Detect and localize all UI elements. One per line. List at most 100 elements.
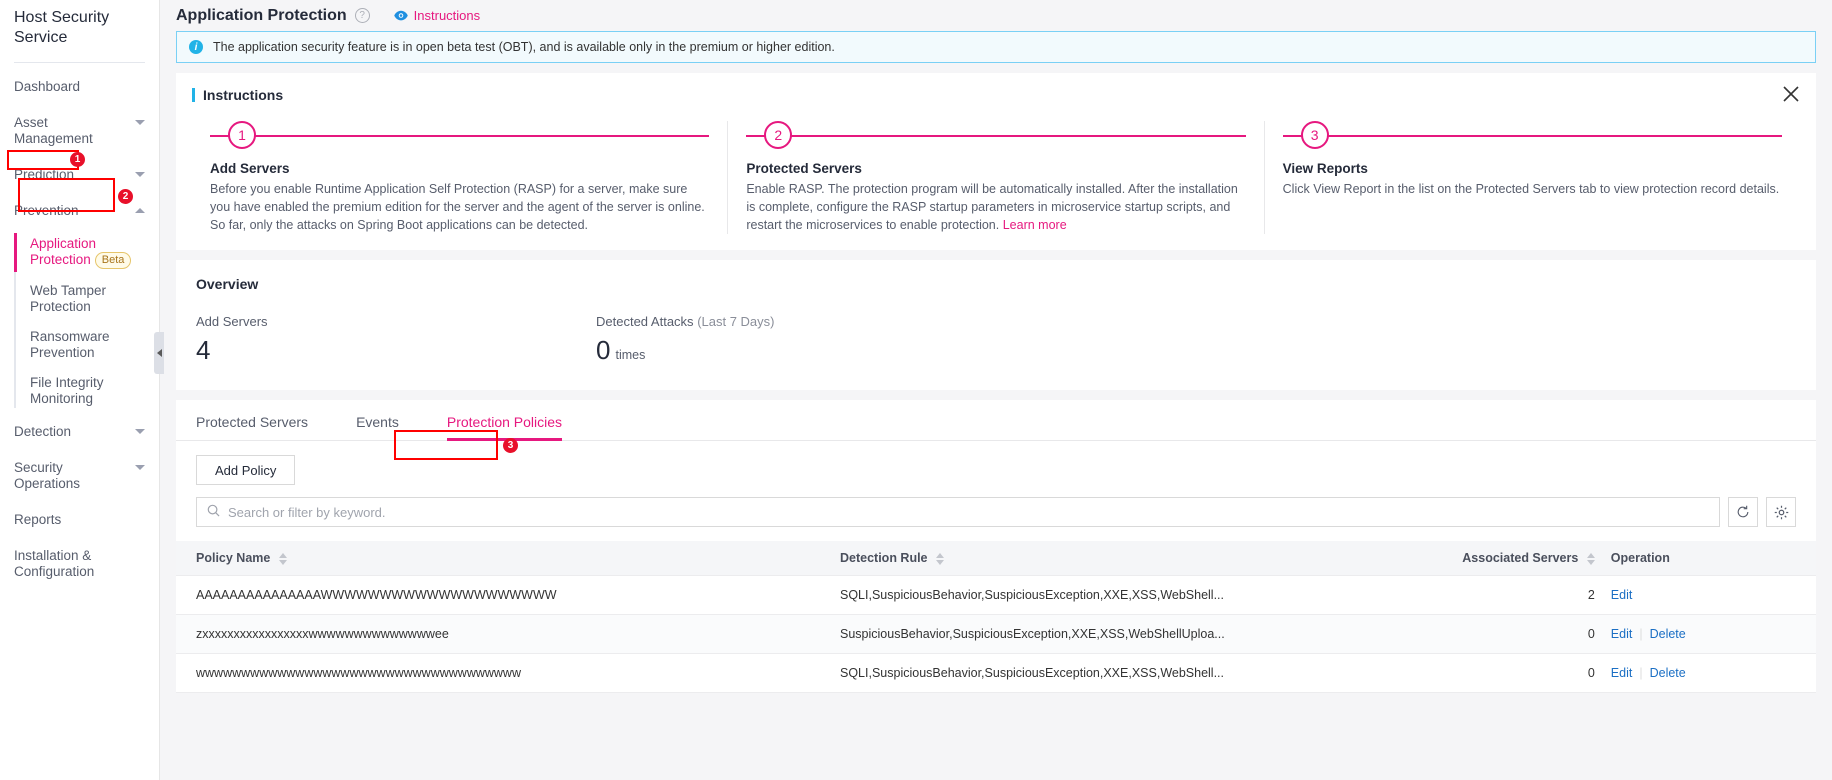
cell-associated-servers: 0 <box>1274 614 1603 654</box>
obt-info-banner: i The application security feature is in… <box>176 31 1816 63</box>
sidebar-item-reports[interactable]: Reports <box>0 502 159 538</box>
policies-table: Policy Name Detection Rule Associated Se… <box>176 541 1816 693</box>
delete-link[interactable]: Delete <box>1650 666 1686 680</box>
column-label: Associated Servers <box>1462 551 1579 565</box>
annotation-badge-3: 3 <box>503 438 518 453</box>
sidebar-item-label: Web Tamper Protection <box>30 283 107 314</box>
column-header-operation: Operation <box>1602 541 1816 576</box>
heading-accent-bar <box>192 88 195 102</box>
column-label: Operation <box>1610 551 1670 565</box>
tab-label: Protected Servers <box>196 414 309 430</box>
table-row[interactable]: wwwwwwwwwwwwwwwwwwwwwwwwwwwwwwwwwwww SQL… <box>176 653 1816 693</box>
cell-associated-servers: 2 <box>1274 575 1603 615</box>
page-header: Application Protection ? Instructions <box>160 0 1832 31</box>
sidebar-item-detection[interactable]: Detection <box>0 414 159 450</box>
sidebar-item-label: Asset Management <box>14 115 93 146</box>
sidebar-item-security-operations[interactable]: Security Operations <box>0 450 159 502</box>
overview-metrics: Add Servers 4 Detected Attacks (Last 7 D… <box>196 314 1796 366</box>
beta-badge: Beta <box>94 252 132 269</box>
overview-card: Overview Add Servers 4 Detected Attacks … <box>176 260 1816 390</box>
instructions-heading-label: Instructions <box>203 87 284 103</box>
sidebar-item-ransomware-prevention[interactable]: Ransomware Prevention <box>22 322 159 368</box>
chevron-left-icon <box>156 349 162 357</box>
step-title: View Reports <box>1282 161 1368 176</box>
instruction-step-1: 1 Add Servers Before you enable Runtime … <box>192 121 727 234</box>
sidebar-item-label: Installation & Configuration <box>14 548 95 579</box>
table-toolbar: Add Policy <box>176 441 1816 485</box>
edit-link[interactable]: Edit <box>1611 627 1633 641</box>
sidebar-item-asset-management[interactable]: Asset Management <box>0 105 159 157</box>
sidebar-item-dashboard[interactable]: Dashboard <box>0 69 159 105</box>
table-row[interactable]: zxxxxxxxxxxxxxxxxxwwwwwwwwwwwwwwee Suspi… <box>176 614 1816 654</box>
step-number-badge: 2 <box>764 121 793 149</box>
tab-label: Protection Policies <box>446 414 563 430</box>
column-header-policy-name[interactable]: Policy Name <box>176 541 832 576</box>
sidebar-item-file-integrity-monitoring[interactable]: File Integrity Monitoring <box>22 368 159 414</box>
cell-operation: Edit | Delete <box>1602 653 1816 693</box>
refresh-icon[interactable] <box>1728 497 1758 527</box>
chevron-down-icon <box>135 172 145 177</box>
sidebar-item-prevention[interactable]: Prevention <box>0 193 159 229</box>
sidebar-item-installation-configuration[interactable]: Installation & Configuration <box>0 538 159 590</box>
step-description: Before you enable Runtime Application Se… <box>210 182 705 232</box>
tab-protection-policies[interactable]: Protection Policies <box>446 414 563 441</box>
tab-protected-servers[interactable]: Protected Servers <box>196 414 308 440</box>
table-row[interactable]: AAAAAAAAAAAAAAAWWWWWWWWWWWWWWWWWWWW SQLI… <box>176 575 1816 615</box>
cell-associated-servers: 0 <box>1274 653 1603 693</box>
edit-link[interactable]: Edit <box>1611 588 1633 602</box>
edit-link[interactable]: Edit <box>1611 666 1633 680</box>
cell-policy-name: zxxxxxxxxxxxxxxxxxwwwwwwwwwwwwwwee <box>176 614 832 654</box>
chevron-down-icon <box>135 465 145 470</box>
sidebar-item-label: Security Operations <box>14 460 81 491</box>
content-area: i The application security feature is in… <box>160 31 1832 693</box>
overview-title: Overview <box>196 276 259 292</box>
metric-value: 0 <box>596 335 611 365</box>
sort-icon[interactable] <box>1586 552 1595 565</box>
sidebar-item-web-tamper-protection[interactable]: Web Tamper Protection <box>22 276 159 322</box>
table-head: Policy Name Detection Rule Associated Se… <box>176 541 1816 576</box>
close-icon[interactable] <box>1782 85 1800 103</box>
question-circle-icon[interactable]: ? <box>354 8 370 23</box>
info-icon: i <box>189 40 203 54</box>
learn-more-link[interactable]: Learn more <box>1003 218 1067 232</box>
step-description-text: Enable RASP. The protection program will… <box>746 182 1238 232</box>
sidebar-item-label: File Integrity Monitoring <box>30 375 104 406</box>
instructions-link-label: Instructions <box>413 8 481 23</box>
tab-events[interactable]: Events <box>356 414 399 440</box>
instruction-step-2: 2 Protected Servers Enable RASP. The pro… <box>727 121 1263 234</box>
gear-icon[interactable] <box>1766 497 1796 527</box>
column-header-detection-rule[interactable]: Detection Rule <box>832 541 1275 576</box>
cell-detection-rule: SQLI,SuspiciousBehavior,SuspiciousExcept… <box>832 575 1275 615</box>
cell-detection-rule: SuspiciousBehavior,SuspiciousException,X… <box>832 614 1275 654</box>
sort-icon[interactable] <box>278 552 287 565</box>
tab-bar: Protected Servers Events Protection Poli… <box>176 400 1816 441</box>
tab-label: Events <box>356 414 399 430</box>
metric-label: Detected Attacks (Last 7 Days) <box>596 314 996 329</box>
sidebar-item-label: Ransomware Prevention <box>30 329 110 360</box>
table-header-row: Policy Name Detection Rule Associated Se… <box>176 541 1816 576</box>
cell-policy-name: AAAAAAAAAAAAAAAWWWWWWWWWWWWWWWWWWWW <box>176 575 832 615</box>
instructions-link[interactable]: Instructions <box>393 8 481 23</box>
sidebar-item-application-protection[interactable]: Application Protection Beta <box>14 229 159 276</box>
column-header-associated-servers[interactable]: Associated Servers <box>1274 541 1603 576</box>
sidebar-item-label: Prediction <box>14 167 75 182</box>
step-line <box>210 135 710 137</box>
instructions-heading: Instructions <box>192 87 1800 103</box>
policies-card: Protected Servers Events Protection Poli… <box>176 400 1816 693</box>
delete-link[interactable]: Delete <box>1650 627 1686 641</box>
sidebar-item-label: Application Protection <box>30 236 97 268</box>
sort-icon[interactable] <box>936 552 944 565</box>
add-policy-button[interactable]: Add Policy <box>196 455 296 485</box>
search-input[interactable]: Search or filter by keyword. <box>196 497 1720 527</box>
metric-unit: times <box>615 348 646 362</box>
step-rail: 2 <box>746 121 1246 151</box>
column-label: Policy Name <box>196 551 271 565</box>
sidebar-collapse-toggle[interactable] <box>154 332 164 374</box>
metric-value-wrap: 0 times <box>596 335 996 366</box>
metric-add-servers: Add Servers 4 <box>196 314 596 366</box>
sidebar-item-label: Reports <box>14 512 62 527</box>
main-content: Application Protection ? Instructions i … <box>160 0 1832 780</box>
operation-separator: | <box>1639 627 1643 641</box>
service-title: Host Security Service <box>14 9 110 46</box>
sidebar-item-label: Prevention <box>14 203 79 218</box>
